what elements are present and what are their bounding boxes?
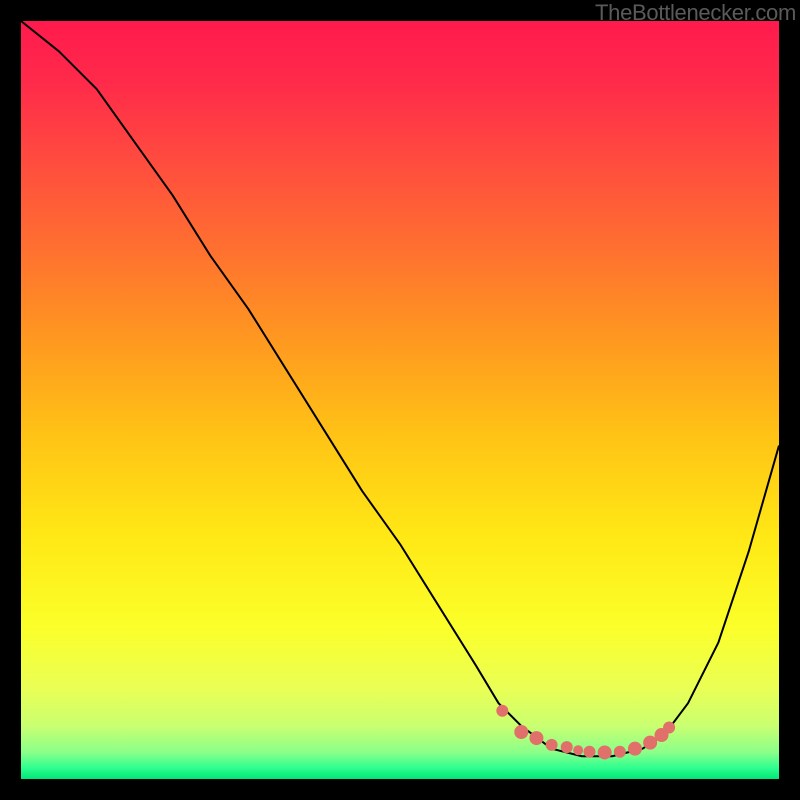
gradient-background xyxy=(21,21,779,779)
marker-dot xyxy=(598,745,612,759)
marker-dot xyxy=(514,725,528,739)
marker-dot xyxy=(573,745,583,755)
watermark-text: TheBottlenecker.com xyxy=(595,0,796,26)
marker-dot xyxy=(663,721,675,733)
marker-dot xyxy=(496,705,508,717)
marker-dot xyxy=(546,739,558,751)
marker-dot xyxy=(628,742,642,756)
marker-dot xyxy=(529,731,543,745)
marker-dot xyxy=(614,746,626,758)
marker-dot xyxy=(561,741,573,753)
bottleneck-chart xyxy=(21,21,779,779)
marker-dot xyxy=(643,736,657,750)
chart-frame xyxy=(21,21,779,779)
marker-dot xyxy=(584,746,596,758)
